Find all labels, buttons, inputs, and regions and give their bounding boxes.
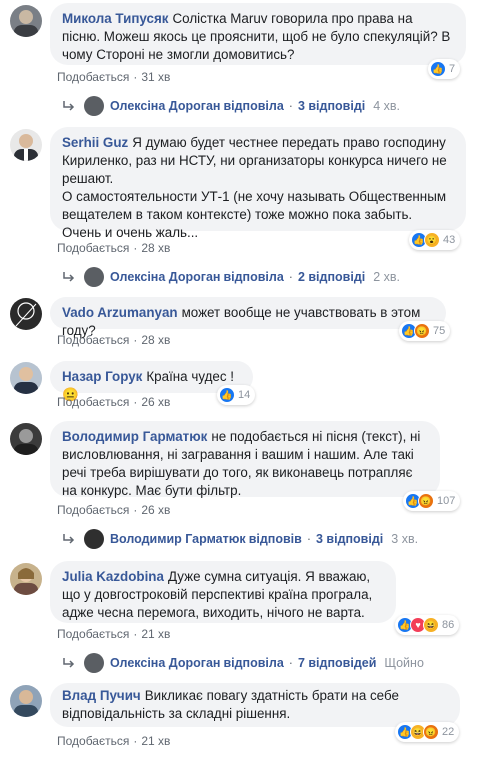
comment-author[interactable]: Влад Пучич — [62, 688, 141, 703]
reaction-summary[interactable]: 👍 7 — [428, 59, 461, 79]
comment-time[interactable]: 26 хв — [141, 395, 170, 409]
reply-time: Щойно — [384, 656, 424, 670]
comment-actions: Подобається · 28 хв — [57, 241, 171, 255]
avatar — [84, 96, 104, 116]
like-button[interactable]: Подобається — [57, 734, 129, 748]
reply-arrow-icon — [63, 534, 75, 544]
avatar — [84, 267, 104, 287]
reply-arrow-icon — [63, 101, 75, 111]
angry-reaction-icon: 😠 — [423, 724, 439, 740]
reaction-count: 107 — [437, 495, 456, 507]
reply-action: відповів — [248, 532, 302, 546]
reply-author: Володимир Гарматюк — [110, 532, 246, 546]
angry-reaction-icon: 😠 — [418, 493, 434, 509]
avatar[interactable] — [10, 5, 42, 37]
reaction-count: 22 — [442, 726, 455, 738]
replies-link[interactable]: Олексіна Дороган відповіла · 2 відповіді… — [62, 267, 400, 287]
comment-actions: Подобається · 26 хв — [57, 503, 171, 517]
comment-author[interactable]: Микола Типусяк — [62, 11, 169, 26]
comment-author[interactable]: Vado Arzumanyan — [62, 305, 178, 320]
reaction-summary[interactable]: 👍 😠 107 — [403, 491, 461, 511]
reply-arrow-icon — [63, 272, 75, 282]
reply-count: 3 відповіді — [297, 99, 366, 113]
replies-link[interactable]: Володимир Гарматюк відповів · 3 відповід… — [62, 529, 418, 549]
comment-actions: Подобається · 21 хв — [57, 627, 171, 641]
comment-time[interactable]: 31 хв — [141, 70, 170, 84]
reply-count: 3 відповіді — [315, 532, 384, 546]
haha-reaction-icon: 😆 — [423, 617, 439, 633]
comment-time[interactable]: 21 хв — [141, 627, 170, 641]
comment-actions: Подобається · 26 хв — [57, 395, 171, 409]
angry-reaction-icon: 😠 — [414, 323, 430, 339]
comment-text: Країна чудес ! — [146, 369, 234, 384]
reply-count: 2 відповіді — [297, 270, 366, 284]
like-button[interactable]: Подобається — [57, 627, 129, 641]
avatar[interactable] — [10, 563, 42, 595]
avatar — [84, 529, 104, 549]
comment-bubble: Serhii Guz Я думаю будет честнее передать… — [50, 127, 466, 240]
avatar[interactable] — [10, 298, 42, 330]
reply-action: відповіла — [223, 99, 284, 113]
comment-time[interactable]: 28 хв — [141, 333, 170, 347]
comment-bubble: Володимир Гарматюк не подобається ні пісн… — [50, 421, 440, 498]
replies-link[interactable]: Олексіна Дороган відповіла · 3 відповіді… — [62, 96, 400, 116]
like-button[interactable]: Подобається — [57, 395, 129, 409]
avatar[interactable] — [10, 685, 42, 717]
like-reaction-icon: 👍 — [219, 387, 235, 403]
reaction-count: 86 — [442, 619, 455, 631]
reply-author: Олексіна Дороган — [110, 270, 221, 284]
like-button[interactable]: Подобається — [57, 333, 129, 347]
reaction-summary[interactable]: 👍 😠 75 — [399, 321, 451, 341]
avatar[interactable] — [10, 129, 42, 161]
avatar[interactable] — [10, 423, 42, 455]
reply-arrow-icon — [63, 658, 75, 668]
like-button[interactable]: Подобається — [57, 241, 129, 255]
wow-reaction-icon: 😮 — [424, 232, 440, 248]
reply-action: відповіла — [223, 656, 284, 670]
reaction-count: 7 — [449, 63, 456, 75]
comment-author[interactable]: Назар Горук — [62, 369, 142, 384]
like-button[interactable]: Подобається — [57, 70, 129, 84]
reaction-count: 43 — [443, 234, 456, 246]
comment-author[interactable]: Julia Kazdobina — [62, 569, 164, 584]
reply-time: 4 хв. — [373, 99, 401, 113]
comment-time[interactable]: 28 хв — [141, 241, 170, 255]
reply-author: Олексіна Дороган — [110, 656, 221, 670]
avatar — [84, 653, 104, 673]
reply-time: 2 хв. — [373, 270, 401, 284]
comment-actions: Подобається · 21 хв — [57, 734, 171, 748]
comment-text: О самостоятельности УТ-1 (не хочу называ… — [62, 189, 447, 240]
comment-author[interactable]: Володимир Гарматюк — [62, 429, 207, 444]
reply-count: 7 відповідей — [297, 656, 377, 670]
reply-action: відповіла — [223, 270, 284, 284]
avatar[interactable] — [10, 362, 42, 394]
like-button[interactable]: Подобається — [57, 503, 129, 517]
reaction-summary[interactable]: 👍 😮 43 — [409, 230, 461, 250]
reaction-count: 75 — [433, 325, 446, 337]
reply-author: Олексіна Дороган — [110, 99, 221, 113]
reaction-summary[interactable]: 👍 ♥ 😆 86 — [395, 615, 460, 635]
comment-author[interactable]: Serhii Guz — [62, 135, 128, 150]
comment-bubble: Julia Kazdobina Дуже сумна ситуація. Я вв… — [50, 561, 396, 623]
comment-actions: Подобається · 31 хв — [57, 70, 171, 84]
comment-time[interactable]: 21 хв — [141, 734, 170, 748]
comment-bubble: Vado Arzumanyan может вообще не учавствов… — [50, 297, 446, 338]
reaction-summary[interactable]: 👍 😆 😠 22 — [395, 722, 460, 742]
comment-bubble: Микола Типусяк Солістка Maruv говорила пр… — [50, 3, 466, 65]
reply-time: 3 хв. — [391, 532, 419, 546]
comment-bubble: Влад Пучич Викликає повагу здатність брат… — [50, 683, 460, 727]
comment-actions: Подобається · 28 хв — [57, 333, 171, 347]
reaction-summary[interactable]: 👍 14 — [217, 385, 256, 405]
reaction-count: 14 — [238, 389, 251, 401]
replies-link[interactable]: Олексіна Дороган відповіла · 7 відповіде… — [62, 653, 424, 673]
comment-time[interactable]: 26 хв — [141, 503, 170, 517]
like-reaction-icon: 👍 — [430, 61, 446, 77]
